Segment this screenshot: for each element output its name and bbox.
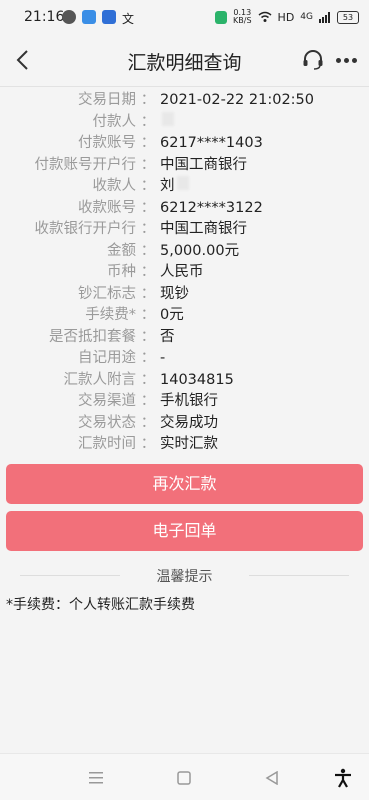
detail-value: 2021-02-22 21:02:50	[160, 92, 314, 108]
detail-row: 交易日期： 2021-02-22 21:02:50	[0, 90, 369, 112]
detail-label: 收款银行开户行	[34, 221, 137, 237]
app-notification-icon	[82, 10, 96, 24]
detail-colon: ：	[140, 178, 156, 194]
detail-value: 6212****3122	[160, 199, 263, 216]
detail-colon: ：	[140, 371, 156, 388]
detail-row: 收款人：刘	[0, 176, 369, 198]
detail-value: 14034815	[160, 371, 234, 388]
status-right: 0.13 KB/S HD 4G 53	[215, 9, 359, 25]
detail-value: 交易成功	[160, 414, 218, 431]
detail-row: 付款账号： 6217****1403	[0, 133, 369, 155]
detail-colon: ：	[140, 285, 156, 302]
detail-colon: ：	[140, 221, 156, 237]
remit-again-button[interactable]: 再次汇款	[6, 464, 363, 504]
detail-label: 自记用途	[78, 350, 136, 366]
shield-icon	[215, 10, 228, 24]
detail-value: 6217****1403	[160, 135, 263, 151]
detail-label: 是否抵扣套餐	[49, 328, 136, 345]
detail-row: 汇款人附言： 14034815	[0, 370, 369, 392]
detail-value: 0元	[160, 307, 184, 323]
detail-colon: ：	[140, 113, 156, 130]
detail-row: 交易渠道：手机银行	[0, 391, 369, 413]
detail-colon: ：	[140, 393, 156, 409]
detail-row: 汇款时间：实时汇款	[0, 434, 369, 456]
detail-row: 币种：人民币	[0, 262, 369, 284]
detail-colon: ：	[140, 156, 156, 173]
nav-bar: 汇款明细查询	[0, 34, 369, 87]
detail-value: 手机银行	[160, 393, 218, 409]
menu-icon[interactable]	[86, 768, 106, 788]
wechat-icon	[62, 10, 76, 24]
detail-colon: ：	[140, 414, 156, 431]
signal-icon	[319, 11, 330, 23]
detail-colon: ：	[140, 436, 156, 452]
app-notification-icon-2	[102, 10, 116, 24]
signal-label: 4G	[300, 12, 313, 22]
customer-service-icon[interactable]	[301, 48, 325, 72]
detail-colon: ：	[140, 350, 156, 366]
detail-colon: ：	[140, 135, 156, 151]
detail-row: 付款人：	[0, 111, 369, 134]
detail-value: 5,000.00元	[160, 242, 240, 259]
detail-label: 汇款人附言	[63, 371, 137, 388]
back-nav-icon[interactable]	[262, 768, 282, 788]
status-time: 21:16	[24, 9, 65, 25]
detail-row: 钞汇标志：现钞	[0, 284, 369, 306]
redacted-mark	[162, 111, 174, 126]
accessibility-icon[interactable]	[333, 768, 353, 788]
detail-label: 付款人	[92, 113, 137, 130]
detail-label: 汇款时间	[78, 436, 136, 452]
detail-row: 金额： 5,000.00元	[0, 241, 369, 263]
battery-icon: 53	[337, 10, 359, 24]
detail-value: 中国工商银行	[160, 156, 247, 173]
detail-row: 自记用途： -	[0, 348, 369, 370]
detail-label: 手续费*	[85, 307, 136, 323]
detail-label: 交易渠道	[78, 393, 136, 409]
detail-value: 否	[160, 328, 175, 345]
detail-list: 交易日期： 2021-02-22 21:02:50 付款人：付款账号： 6217***…	[0, 90, 369, 456]
detail-label: 收款账号	[78, 199, 136, 216]
detail-colon: ：	[140, 199, 156, 216]
detail-label: 交易日期	[78, 92, 136, 108]
detail-label: 付款账号开户行	[34, 156, 137, 173]
tips-title: 温馨提示	[156, 569, 213, 585]
system-nav-bar	[0, 753, 369, 800]
notification-icons: 文	[62, 10, 134, 27]
detail-row: 手续费*： 0元	[0, 305, 369, 327]
tips-text: *手续费：个人转账汇款手续费	[6, 597, 195, 613]
wifi-icon	[258, 11, 272, 22]
detail-colon: ：	[140, 307, 156, 323]
home-icon[interactable]	[174, 768, 194, 788]
detail-label: 交易状态	[78, 414, 136, 431]
detail-colon: ：	[140, 264, 156, 280]
detail-label: 收款人	[92, 178, 137, 194]
translate-icon: 文	[122, 12, 135, 26]
detail-row: 付款账号开户行：中国工商银行	[0, 155, 369, 177]
detail-value: 实时汇款	[160, 436, 218, 452]
status-bar: 21:16 文 0.13 KB/S HD 4G 53	[0, 0, 369, 34]
hd-label: HD	[277, 10, 295, 24]
detail-colon: ：	[140, 92, 156, 108]
detail-row: 收款账号： 6212****3122	[0, 198, 369, 220]
detail-value: -	[160, 350, 166, 366]
detail-colon: ：	[140, 328, 156, 345]
detail-value: 中国工商银行	[160, 221, 247, 237]
detail-label: 付款账号	[78, 135, 136, 151]
detail-row: 交易状态：交易成功	[0, 413, 369, 435]
detail-value: 人民币	[160, 264, 204, 280]
detail-label: 金额	[107, 242, 136, 259]
detail-value: 刘	[160, 178, 175, 194]
detail-value: 现钞	[160, 285, 189, 302]
detail-row: 是否抵扣套餐：否	[0, 327, 369, 349]
net-speed: 0.13 KB/S	[233, 8, 252, 25]
detail-row: 收款银行开户行：中国工商银行	[0, 219, 369, 241]
detail-colon: ：	[140, 242, 156, 259]
redacted-mark	[176, 176, 189, 190]
e-receipt-button[interactable]: 电子回单	[6, 511, 363, 551]
detail-label: 币种	[107, 264, 136, 280]
more-icon[interactable]	[333, 48, 359, 72]
detail-label: 钞汇标志	[78, 285, 136, 302]
